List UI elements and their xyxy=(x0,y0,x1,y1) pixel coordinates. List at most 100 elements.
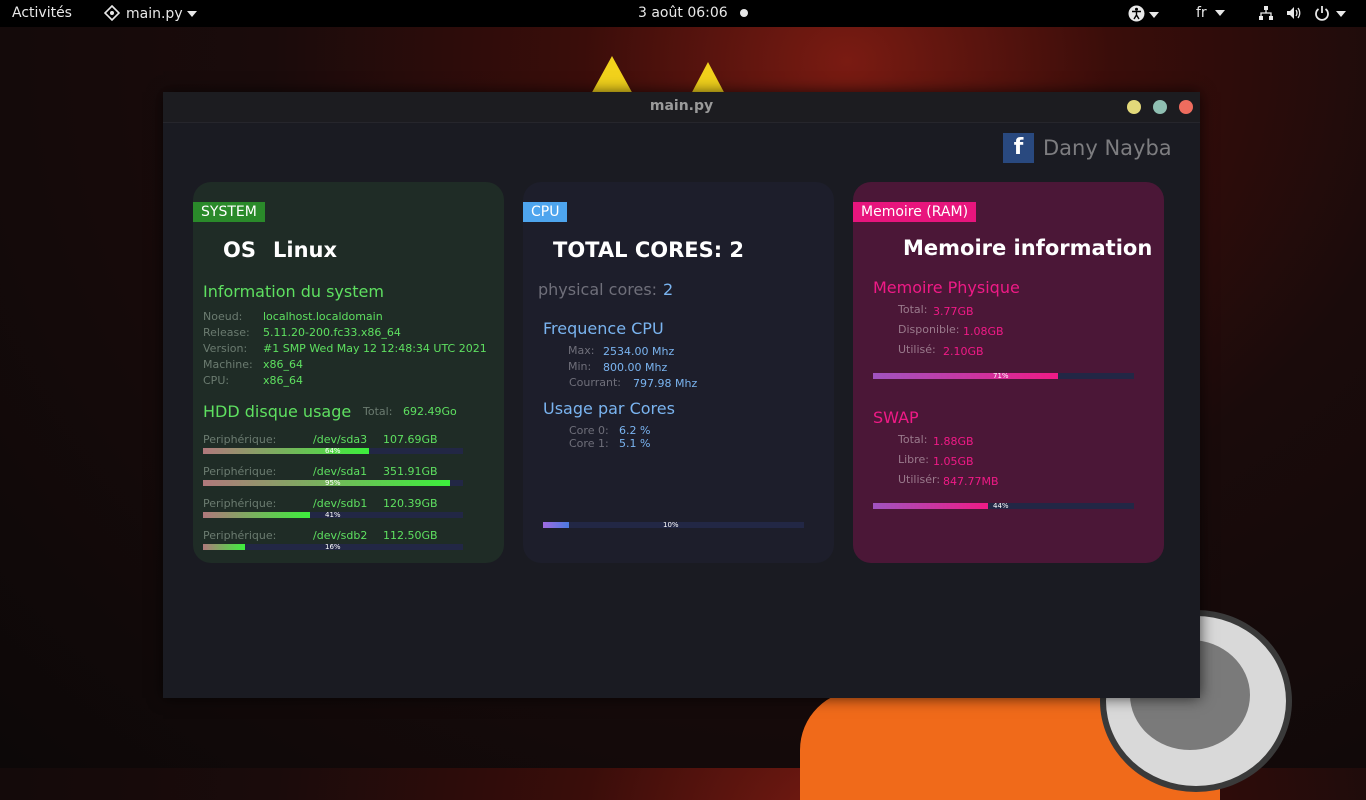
disk-usage-bar-fill xyxy=(203,448,370,454)
disk-label: Periphérique: xyxy=(203,465,277,478)
freq-value: 800.00 Mhz xyxy=(603,361,668,374)
memory-label: Utilisé: xyxy=(898,343,936,356)
info-label: Version: xyxy=(203,342,248,355)
memory-physical-title: Memoire Physique xyxy=(873,278,1020,297)
disk-usage-bar: 16% xyxy=(203,543,463,551)
disk-size: 351.91GB xyxy=(383,465,438,478)
maximize-button[interactable] xyxy=(1153,100,1167,114)
author-name: Dany Nayba xyxy=(1043,136,1172,160)
swap-usage-bar-fill xyxy=(873,503,988,509)
disk-size: 120.39GB xyxy=(383,497,438,510)
disk-label: Periphérique: xyxy=(203,529,277,542)
memory-usage-text: 71% xyxy=(993,372,1009,380)
total-cores: TOTAL CORES: 2 xyxy=(553,238,745,262)
memory-label: Total: xyxy=(898,303,928,316)
disk-usage-bar-fill xyxy=(203,512,310,518)
memory-usage-bar: 71% xyxy=(873,372,1134,380)
disk-usage-bar: 95% xyxy=(203,479,463,487)
info-label: Machine: xyxy=(203,358,253,371)
disk-device: /dev/sdb1 xyxy=(313,497,368,510)
system-info-title: Information du system xyxy=(203,282,384,301)
cpu-usage-bar: 10% xyxy=(543,521,804,529)
info-value: localhost.localdomain xyxy=(263,310,383,323)
language-label: fr xyxy=(1196,5,1207,21)
info-value: x86_64 xyxy=(263,358,304,371)
disk-usage-text: 16% xyxy=(325,543,341,551)
info-value: #1 SMP Wed May 12 12:48:34 UTC 2021 xyxy=(263,342,487,355)
swap-value: 1.88GB xyxy=(933,435,974,448)
disk-usage-text: 95% xyxy=(325,479,341,487)
memory-value: 2.10GB xyxy=(943,345,984,358)
language-menu[interactable]: fr xyxy=(1196,5,1225,22)
disk-size: 112.50GB xyxy=(383,529,438,542)
volume-icon[interactable] xyxy=(1286,5,1302,23)
hdd-title: HDD disque usage xyxy=(203,402,352,421)
freq-value: 2534.00 Mhz xyxy=(603,345,675,358)
chevron-down-icon xyxy=(1336,11,1346,17)
swap-label: Libre: xyxy=(898,453,929,466)
close-button[interactable] xyxy=(1179,100,1193,114)
system-tag: SYSTEM xyxy=(193,202,265,222)
facebook-icon[interactable]: f xyxy=(1003,133,1034,163)
disk-device: /dev/sdb2 xyxy=(313,529,368,542)
wallpaper-shape xyxy=(590,56,634,96)
info-label: CPU: xyxy=(203,374,230,387)
swap-label: Utilisér: xyxy=(898,473,941,486)
minimize-button[interactable] xyxy=(1127,100,1141,114)
info-value: 5.11.20-200.fc33.x86_64 xyxy=(263,326,401,339)
memory-title: Memoire information xyxy=(903,236,1153,260)
network-icon[interactable] xyxy=(1258,5,1274,23)
disk-usage-bar-fill xyxy=(203,544,245,550)
info-value: x86_64 xyxy=(263,374,304,387)
swap-value: 1.05GB xyxy=(933,455,974,468)
chevron-down-icon xyxy=(1149,12,1159,18)
memory-value: 1.08GB xyxy=(963,325,1004,338)
memory-card: Memoire (RAM) Memoire information Memoir… xyxy=(853,182,1164,563)
title-bar[interactable]: main.py xyxy=(163,92,1200,123)
swap-usage-bar: 44% xyxy=(873,502,1134,510)
disk-usage-bar: 41% xyxy=(203,511,463,519)
info-label: Noeud: xyxy=(203,310,243,323)
power-icon xyxy=(1315,6,1329,21)
chevron-down-icon xyxy=(186,11,197,17)
memory-label: Disponible: xyxy=(898,323,960,336)
os-value: Linux xyxy=(273,238,338,262)
freq-label: Min: xyxy=(568,360,592,373)
app-window: main.py f Dany Nayba SYSTEM OS Linux Inf… xyxy=(163,92,1200,698)
hdd-total-label: Total: xyxy=(363,405,393,418)
top-bar: Activités main.py 3 août 06:06 fr xyxy=(0,0,1366,27)
activities-button[interactable]: Activités xyxy=(12,5,72,22)
core-value: 6.2 % xyxy=(619,424,651,437)
clock[interactable]: 3 août 06:06 xyxy=(638,5,728,22)
swap-label: Total: xyxy=(898,433,928,446)
cpu-card: CPU TOTAL CORES: 2 physical cores: 2 Fre… xyxy=(523,182,834,563)
accessibility-icon xyxy=(1128,5,1145,22)
disk-label: Periphérique: xyxy=(203,433,277,446)
memory-value: 3.77GB xyxy=(933,305,974,318)
core-value: 5.1 % xyxy=(619,437,651,450)
app-icon xyxy=(103,4,121,22)
hdd-total-value: 692.49Go xyxy=(403,405,457,418)
app-menu[interactable]: main.py xyxy=(103,4,197,23)
system-card: SYSTEM OS Linux Information du system No… xyxy=(193,182,504,563)
chevron-down-icon xyxy=(1214,10,1225,16)
disk-usage-text: 64% xyxy=(325,447,341,455)
cpu-usage-bar-fill xyxy=(543,522,570,528)
disk-usage-text: 41% xyxy=(325,511,341,519)
accessibility-menu[interactable] xyxy=(1128,5,1159,24)
disk-device: /dev/sda1 xyxy=(313,465,368,478)
app-name: main.py xyxy=(126,6,183,22)
disk-usage-bar: 64% xyxy=(203,447,463,455)
core-label: Core 1: xyxy=(569,437,609,450)
swap-value: 847.77MB xyxy=(943,475,999,488)
power-menu[interactable] xyxy=(1314,5,1346,23)
usage-title: Usage par Cores xyxy=(543,399,675,418)
disk-size: 107.69GB xyxy=(383,433,438,446)
disk-device: /dev/sda3 xyxy=(313,433,368,446)
memory-tag: Memoire (RAM) xyxy=(853,202,977,222)
freq-value: 797.98 Mhz xyxy=(633,377,698,390)
freq-label: Courrant: xyxy=(569,376,621,389)
disk-label: Periphérique: xyxy=(203,497,277,510)
physical-cores-value: 2 xyxy=(663,280,674,299)
swap-title: SWAP xyxy=(873,408,919,427)
